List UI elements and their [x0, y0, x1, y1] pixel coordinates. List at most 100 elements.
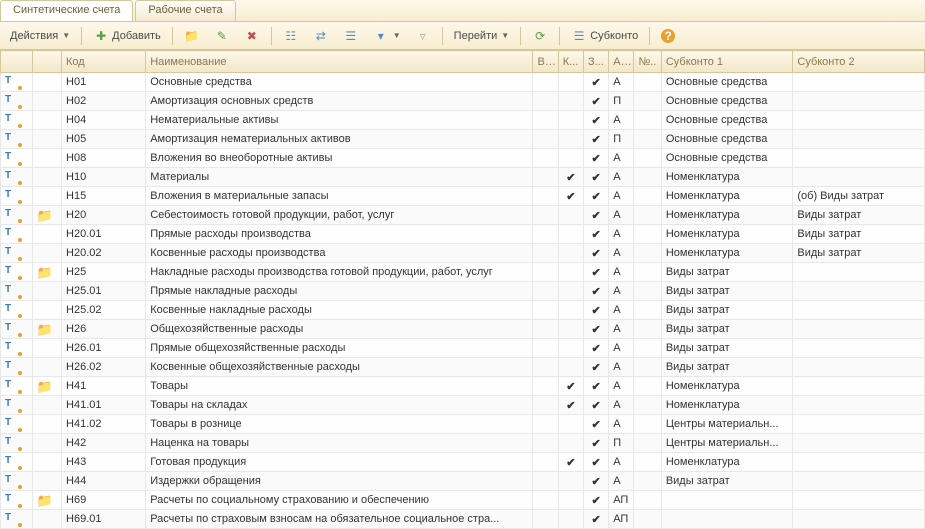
clear-filter-button[interactable]: ▿ — [409, 25, 437, 47]
table-row[interactable]: TН10Материалы✔✔АНоменклатура — [1, 168, 925, 187]
table-row[interactable]: TН15Вложения в материальные запасы✔✔АНом… — [1, 187, 925, 206]
cell-v — [533, 168, 558, 187]
table-row[interactable]: TН20.02Косвенные расходы производства✔АН… — [1, 244, 925, 263]
account-icon: T — [5, 132, 19, 146]
account-icon: T — [5, 151, 19, 165]
add-button[interactable]: ✚Добавить — [87, 25, 167, 47]
col-k[interactable]: К... — [558, 51, 583, 73]
tree-button[interactable]: ☷ — [277, 25, 305, 47]
help-icon: ? — [661, 29, 675, 43]
filter-button[interactable]: ▾▼ — [367, 25, 407, 47]
table-row[interactable]: TН05Амортизация нематериальных активов✔П… — [1, 130, 925, 149]
cell-v — [533, 130, 558, 149]
account-icon: T — [5, 189, 19, 203]
cell-k: ✔ — [558, 396, 583, 415]
table-row[interactable]: TН25.02Косвенные накладные расходы✔АВиды… — [1, 301, 925, 320]
table-row[interactable]: TН42Наценка на товары✔ПЦентры материальн… — [1, 434, 925, 453]
cell-n — [634, 510, 661, 529]
cell-k — [558, 206, 583, 225]
cell-k — [558, 320, 583, 339]
col-a[interactable]: А... — [609, 51, 634, 73]
cell-s1: Номенклатура — [661, 377, 793, 396]
cell-n — [634, 453, 661, 472]
actions-menu[interactable]: Действия▼ — [4, 27, 76, 45]
table-row[interactable]: T📁Н25Накладные расходы производства гото… — [1, 263, 925, 282]
table-row[interactable]: TН08Вложения во внеоборотные активы✔АОсн… — [1, 149, 925, 168]
folder-icon: 📁 — [37, 322, 51, 336]
table-row[interactable]: TН20.01Прямые расходы производства✔АНоме… — [1, 225, 925, 244]
cell-s2 — [793, 130, 925, 149]
cell-s2 — [793, 301, 925, 320]
add-group-button[interactable]: 📁 — [178, 25, 206, 47]
cell-k — [558, 130, 583, 149]
cell-a: А — [609, 472, 634, 491]
cell-a: А — [609, 282, 634, 301]
cell-z: ✔ — [583, 396, 608, 415]
cell-s1: Виды затрат — [661, 320, 793, 339]
col-v[interactable]: В... — [533, 51, 558, 73]
move-button[interactable]: ⇄ — [307, 25, 335, 47]
cell-a: А — [609, 358, 634, 377]
table-row[interactable]: TН41.02Товары в рознице✔АЦентры материал… — [1, 415, 925, 434]
col-s1[interactable]: Субконто 1 — [661, 51, 793, 73]
table-row[interactable]: T📁Н41Товары✔✔АНоменклатура — [1, 377, 925, 396]
cell-s1: Номенклатура — [661, 225, 793, 244]
cell-code: Н04 — [62, 111, 146, 130]
cell-code: Н20.01 — [62, 225, 146, 244]
cell-code: Н41.01 — [62, 396, 146, 415]
cell-s2: Виды затрат — [793, 206, 925, 225]
col-n[interactable]: №.. — [634, 51, 661, 73]
cell-n — [634, 206, 661, 225]
cell-s1: Основные средства — [661, 149, 793, 168]
account-icon: T — [5, 322, 19, 336]
cell-n — [634, 358, 661, 377]
cell-z: ✔ — [583, 472, 608, 491]
cell-z: ✔ — [583, 339, 608, 358]
col-code[interactable]: Код — [62, 51, 146, 73]
refresh-button[interactable]: ⟳ — [526, 25, 554, 47]
cell-name: Накладные расходы производства готовой п… — [146, 263, 533, 282]
table-row[interactable]: TН26.01Прямые общехозяйственные расходы✔… — [1, 339, 925, 358]
table-row[interactable]: TН44Издержки обращения✔АВиды затрат — [1, 472, 925, 491]
cell-a: АП — [609, 510, 634, 529]
tab-working[interactable]: Рабочие счета — [135, 0, 235, 21]
cell-code: Н15 — [62, 187, 146, 206]
col-s2[interactable]: Субконто 2 — [793, 51, 925, 73]
table-row[interactable]: TН43Готовая продукция✔✔АНоменклатура — [1, 453, 925, 472]
table-row[interactable]: T📁Н69Расчеты по социальному страхованию … — [1, 491, 925, 510]
cell-name: Основные средства — [146, 73, 533, 92]
cell-n — [634, 282, 661, 301]
col-folder[interactable] — [32, 51, 61, 73]
cell-s1: Центры материальн... — [661, 434, 793, 453]
delete-button[interactable]: ✖ — [238, 25, 266, 47]
cell-name: Амортизация основных средств — [146, 92, 533, 111]
table-row[interactable]: T📁Н20Себестоимость готовой продукции, ра… — [1, 206, 925, 225]
table-row[interactable]: T📁Н26Общехозяйственные расходы✔АВиды зат… — [1, 320, 925, 339]
table-row[interactable]: TН26.02Косвенные общехозяйственные расхо… — [1, 358, 925, 377]
table-row[interactable]: TН69.01Расчеты по страховым взносам на о… — [1, 510, 925, 529]
table-row[interactable]: TН25.01Прямые накладные расходы✔АВиды за… — [1, 282, 925, 301]
col-z[interactable]: З... — [583, 51, 608, 73]
edit-button[interactable]: ✎ — [208, 25, 236, 47]
table-row[interactable]: TН02Амортизация основных средств✔ПОсновн… — [1, 92, 925, 111]
cell-v — [533, 206, 558, 225]
cell-z: ✔ — [583, 358, 608, 377]
table-row[interactable]: TН01Основные средства✔АОсновные средства — [1, 73, 925, 92]
tab-synthetic[interactable]: Синтетические счета — [0, 0, 133, 21]
cell-s1 — [661, 510, 793, 529]
subkonto-button[interactable]: ☰Субконто — [565, 25, 644, 47]
cell-k — [558, 434, 583, 453]
col-icon[interactable] — [1, 51, 33, 73]
cell-s2 — [793, 434, 925, 453]
cell-k — [558, 225, 583, 244]
table-row[interactable]: TН04Нематериальные активы✔АОсновные сред… — [1, 111, 925, 130]
cell-s2 — [793, 491, 925, 510]
goto-menu[interactable]: Перейти▼ — [448, 27, 516, 45]
help-button[interactable]: ? — [655, 26, 681, 46]
col-name[interactable]: Наименование — [146, 51, 533, 73]
cell-code: Н42 — [62, 434, 146, 453]
list-button[interactable]: ☰ — [337, 25, 365, 47]
cell-n — [634, 339, 661, 358]
table-row[interactable]: TН41.01Товары на складах✔✔АНоменклатура — [1, 396, 925, 415]
account-icon: T — [5, 246, 19, 260]
